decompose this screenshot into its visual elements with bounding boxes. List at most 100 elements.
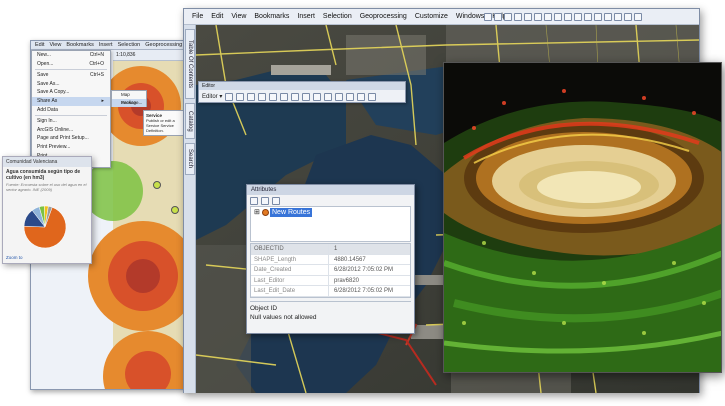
cut-polygons-icon[interactable] — [313, 92, 322, 101]
identify-icon[interactable] — [594, 13, 602, 21]
attributes-window: Attributes ⊞ New Routes OBJECTID 1 SHAPE_… — [246, 184, 415, 334]
dock-side-tabs: Table Of Contents Catalog Search — [184, 25, 196, 393]
menu-separator — [35, 69, 107, 71]
3d-lidar-scene[interactable] — [443, 62, 722, 373]
route-layer-icon — [262, 209, 269, 216]
menu-view[interactable]: View — [227, 9, 250, 25]
sort-icon[interactable] — [261, 196, 269, 205]
editor-toolbar-title: Editor — [199, 82, 405, 90]
edit-tool-icon[interactable] — [225, 92, 234, 101]
tab-table-of-contents[interactable]: Table Of Contents — [185, 29, 195, 99]
back-extent-icon[interactable] — [544, 13, 552, 21]
file-menu-print-preview[interactable]: Print Preview... — [32, 143, 110, 152]
file-menu-save[interactable]: Save Ctrl+S — [32, 71, 110, 80]
menu-windows[interactable]: Windows — [452, 9, 488, 25]
menu-customize[interactable]: Customize — [411, 9, 452, 25]
straight-segment-icon[interactable] — [247, 92, 256, 101]
table-row[interactable]: Last_Editor prav6820 — [251, 275, 410, 286]
attributes-icon[interactable] — [346, 92, 355, 101]
menu-geoprocessing[interactable]: Geoprocessing — [145, 41, 182, 49]
file-menu-save-copy[interactable]: Save A Copy... — [32, 88, 110, 97]
point-icon[interactable] — [280, 92, 289, 101]
rotate-icon[interactable] — [335, 92, 344, 101]
create-features-icon[interactable] — [368, 92, 377, 101]
scale-box[interactable]: 1:10,836 — [116, 52, 135, 58]
tab-catalog[interactable]: Catalog — [185, 103, 195, 139]
file-menu-new[interactable]: New... Ctrl+N — [32, 51, 110, 60]
popup-source: Fuente: Encuesta sobre el uso del agua e… — [6, 182, 87, 192]
file-menu-sign-in[interactable]: Sign In... — [32, 117, 110, 126]
submenu-arrow-icon: ▸ — [101, 97, 104, 104]
popup-heading: Agua consumida según tipo de cultivo (en… — [6, 169, 81, 181]
fixed-zoom-out-icon[interactable] — [534, 13, 542, 21]
share-as-submenu: Map Package... Service... — [111, 90, 147, 107]
split-icon[interactable] — [324, 92, 333, 101]
background-menubar: Edit View Bookmarks Insert Selection Geo… — [31, 41, 189, 50]
field-description: Object ID Null values not allowed — [250, 300, 411, 322]
select-features-icon[interactable] — [564, 13, 572, 21]
reshape-icon[interactable] — [302, 92, 311, 101]
menu-bookmarks[interactable]: Bookmarks — [66, 41, 94, 49]
tools-toolbar — [484, 10, 642, 24]
html-popup-icon[interactable] — [634, 13, 642, 21]
service-tooltip-text: Publish or edit a Service Service Defini… — [146, 118, 175, 133]
editor-toolbar: Editor Editor ▾ — [198, 81, 406, 103]
table-row[interactable]: OBJECTID 1 — [251, 244, 410, 255]
trace-icon[interactable] — [269, 92, 278, 101]
menu-view[interactable]: View — [49, 41, 61, 49]
feature-tree: ⊞ New Routes — [250, 206, 411, 242]
table-row[interactable]: Last_Edit_Date 6/28/2012 7:05:02 PM — [251, 286, 410, 297]
select-elements-icon[interactable] — [584, 13, 592, 21]
table-row[interactable]: Date_Created 6/28/2012 7:05:02 PM — [251, 265, 410, 276]
menu-edit[interactable]: Edit — [207, 9, 227, 25]
feature-icon[interactable] — [250, 196, 258, 205]
full-extent-icon[interactable] — [514, 13, 522, 21]
menu-separator — [35, 115, 107, 117]
menu-selection[interactable]: Selection — [118, 41, 141, 49]
sketch-properties-icon[interactable] — [357, 92, 366, 101]
file-menu-save-as[interactable]: Save As... — [32, 80, 110, 89]
hyperlink-icon[interactable] — [624, 13, 632, 21]
measure-icon[interactable] — [614, 13, 622, 21]
options-icon[interactable] — [272, 196, 280, 205]
editor-dropdown[interactable]: Editor ▾ — [202, 93, 222, 100]
attribute-table: OBJECTID 1 SHAPE_Length 4880.14567 Date_Cr… — [250, 243, 411, 298]
menu-bookmarks[interactable]: Bookmarks — [250, 9, 293, 25]
field-description-name: Object ID — [250, 304, 278, 312]
fixed-zoom-in-icon[interactable] — [524, 13, 532, 21]
layer-name[interactable]: New Routes — [270, 208, 313, 217]
popup-pie-chart — [23, 205, 67, 249]
background-toolbar: 1:10,836 — [113, 50, 189, 61]
menu-file[interactable]: File — [188, 9, 207, 25]
clear-selection-icon[interactable] — [574, 13, 582, 21]
stadium-point-cloud — [444, 63, 721, 372]
popup-title: Comunidad Valenciana — [3, 157, 91, 167]
forward-extent-icon[interactable] — [554, 13, 562, 21]
file-menu-add-data[interactable]: Add Data — [32, 106, 110, 115]
zoom-to-link[interactable]: Zoom to — [6, 255, 23, 260]
field-description-note: Null values not allowed — [250, 313, 317, 321]
file-menu: New... Ctrl+N Open... Ctrl+O Save Ctrl+S Sa… — [31, 50, 111, 168]
menu-edit[interactable]: Edit — [35, 41, 44, 49]
zoom-in-icon[interactable] — [484, 13, 492, 21]
edit-vertices-icon[interactable] — [291, 92, 300, 101]
pan-icon[interactable] — [504, 13, 512, 21]
table-row[interactable]: SHAPE_Length 4880.14567 — [251, 254, 410, 265]
tab-search[interactable]: Search — [185, 143, 195, 175]
info-popup: Comunidad Valenciana Agua consumida segú… — [2, 156, 92, 264]
attributes-title: Attributes — [247, 185, 414, 195]
find-icon[interactable] — [604, 13, 612, 21]
file-menu-page-setup[interactable]: Page and Print Setup... — [32, 134, 110, 143]
file-menu-share-as[interactable]: Share As ▸ — [32, 96, 110, 106]
menu-selection[interactable]: Selection — [319, 9, 356, 25]
zoom-out-icon[interactable] — [494, 13, 502, 21]
menu-insert[interactable]: Insert — [293, 9, 319, 25]
edit-annotation-icon[interactable] — [236, 92, 245, 101]
menu-insert[interactable]: Insert — [99, 41, 113, 49]
expand-icon[interactable]: ⊞ — [254, 208, 260, 216]
file-menu-open[interactable]: Open... Ctrl+O — [32, 60, 110, 69]
end-point-arc-icon[interactable] — [258, 92, 267, 101]
submenu-map-package[interactable]: Map Package... — [112, 91, 146, 105]
file-menu-arcgis-online[interactable]: ArcGIS Online... — [32, 126, 110, 135]
menu-geoprocessing[interactable]: Geoprocessing — [356, 9, 411, 25]
